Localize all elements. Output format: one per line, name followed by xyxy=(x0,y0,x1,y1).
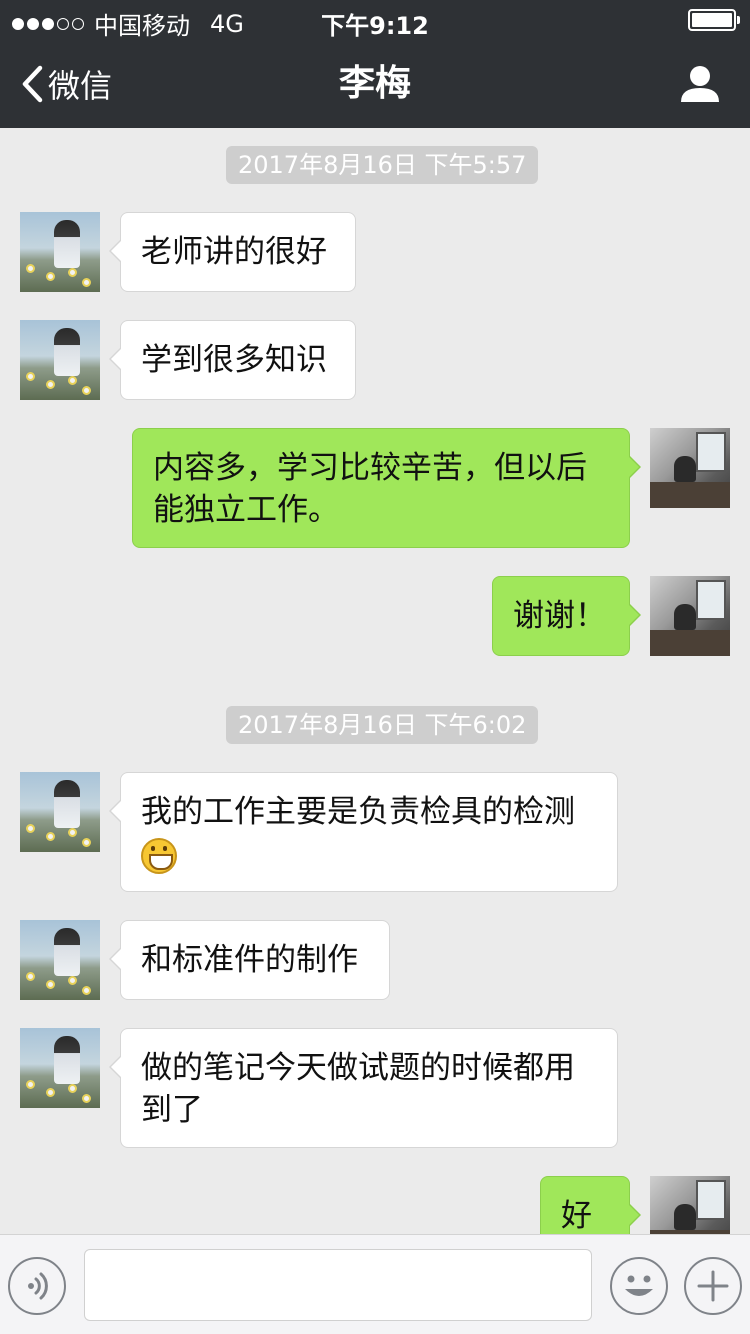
chat-title: 李梅 xyxy=(338,63,411,104)
my-avatar[interactable] xyxy=(650,576,730,656)
contact-avatar[interactable] xyxy=(20,1028,100,1108)
contact-avatar[interactable] xyxy=(20,320,100,400)
message-text: 好 xyxy=(561,1198,592,1234)
status-bar: 中国移动 4G 下午9:12 xyxy=(0,0,750,40)
message-text: 内容多，学习比较辛苦，但以后能独立工作。 xyxy=(153,450,587,528)
smiley-icon xyxy=(625,1275,653,1296)
input-bar xyxy=(0,1234,750,1334)
voice-icon xyxy=(28,1272,48,1300)
contact-avatar[interactable] xyxy=(20,920,100,1000)
message-bubble-sent[interactable]: 谢谢！ xyxy=(492,576,641,656)
profile-button[interactable] xyxy=(680,64,720,104)
grin-emoji-icon xyxy=(141,837,177,874)
plus-icon xyxy=(697,1270,729,1302)
message-text: 老师讲的很好 xyxy=(141,234,327,270)
more-button[interactable] xyxy=(684,1257,742,1315)
battery-icon xyxy=(688,9,740,31)
message-bubble-received[interactable]: 做的笔记今天做试题的时候都用到了 xyxy=(109,1028,618,1148)
message-text: 谢谢！ xyxy=(513,598,606,634)
message-bubble-received[interactable]: 老师讲的很好 xyxy=(109,212,356,292)
message-text: 学到很多知识 xyxy=(141,342,327,378)
message-text: 我的工作主要是负责检具的检测 xyxy=(141,794,575,830)
message-bubble-sent[interactable]: 内容多，学习比较辛苦，但以后能独立工作。 xyxy=(132,428,641,548)
contact-avatar[interactable] xyxy=(20,772,100,852)
message-bubble-received[interactable]: 学到很多知识 xyxy=(109,320,356,400)
contact-avatar[interactable] xyxy=(20,212,100,292)
message-text: 做的笔记今天做试题的时候都用到了 xyxy=(141,1050,575,1128)
message-input[interactable] xyxy=(84,1249,592,1321)
status-time: 下午9:12 xyxy=(321,12,429,40)
nav-bar: 微信 李梅 xyxy=(0,40,750,128)
time-label: 2017年8月16日 下午5:57 xyxy=(226,146,539,184)
message-bubble-received[interactable]: 我的工作主要是负责检具的检测 xyxy=(109,772,618,892)
my-avatar[interactable] xyxy=(650,428,730,508)
message-bubble-received[interactable]: 和标准件的制作 xyxy=(109,920,390,1000)
chat-area[interactable]: 2017年8月16日 下午5:57 老师讲的很好 学到很多知识 内容多，学习比较… xyxy=(0,128,750,1234)
message-text: 和标准件的制作 xyxy=(141,942,358,978)
message-bubble-sent[interactable]: 好 xyxy=(540,1176,641,1234)
my-avatar[interactable] xyxy=(650,1176,730,1234)
voice-button[interactable] xyxy=(8,1257,66,1315)
time-label: 2017年8月16日 下午6:02 xyxy=(226,706,539,744)
emoji-button[interactable] xyxy=(610,1257,668,1315)
person-icon xyxy=(681,66,719,102)
